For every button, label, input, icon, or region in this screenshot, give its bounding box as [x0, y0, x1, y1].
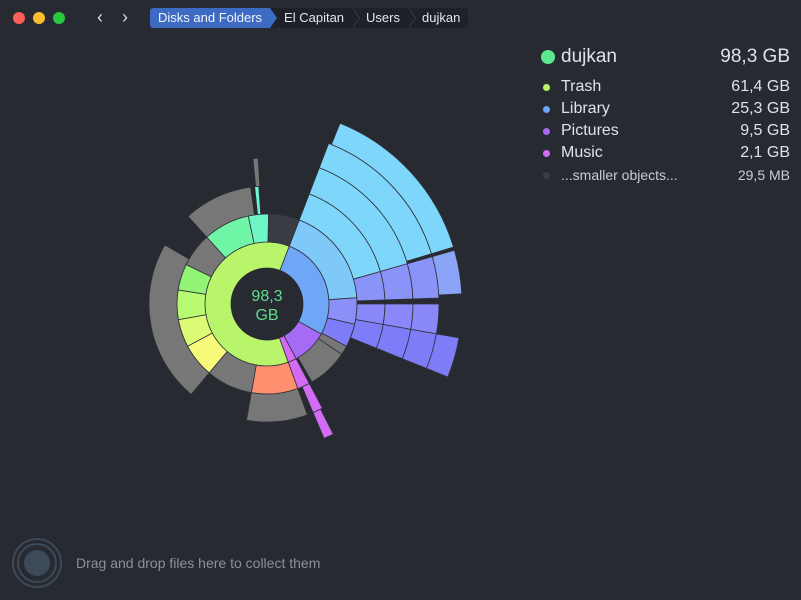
legend-item-size: 9,5 GB	[740, 122, 790, 139]
drop-target-icon[interactable]	[12, 538, 62, 588]
legend-dot	[543, 84, 550, 91]
legend-root-dot	[541, 50, 555, 64]
sunburst-segment[interactable]	[176, 289, 207, 321]
legend-item-name: Music	[561, 144, 603, 161]
legend-item-size: 25,3 GB	[731, 100, 790, 117]
legend-item-size: 61,4 GB	[731, 78, 790, 95]
legend-item[interactable]: ...smaller objects... 29,5 MB	[540, 164, 790, 186]
sunburst-segment[interactable]	[312, 408, 334, 439]
legend-item-name: Pictures	[561, 122, 619, 139]
sunburst-segment[interactable]	[410, 303, 440, 335]
legend-item-name: ...smaller objects...	[561, 167, 678, 183]
legend-root[interactable]: dujkan 98,3 GB	[540, 44, 790, 70]
legend-dot	[543, 128, 550, 135]
legend-dot	[543, 172, 550, 179]
legend-item[interactable]: Music 2,1 GB	[540, 142, 790, 164]
center-size-value: 98,3	[251, 288, 282, 305]
center-size-unit: GB	[255, 307, 278, 324]
legend-root-name: dujkan	[561, 46, 617, 67]
sunburst-segment[interactable]	[246, 388, 308, 423]
legend-root-size: 98,3 GB	[720, 46, 790, 67]
legend-item-name: Trash	[561, 78, 602, 95]
legend-item-name: Library	[561, 100, 610, 117]
legend-item[interactable]: Library 25,3 GB	[540, 98, 790, 120]
legend-item[interactable]: Trash 61,4 GB	[540, 76, 790, 98]
legend-item-size: 29,5 MB	[737, 167, 790, 183]
legend-panel: dujkan 98,3 GB Trash 61,4 GB Library 25,…	[540, 44, 790, 186]
sunburst-segment[interactable]	[254, 185, 262, 215]
legend-dot	[543, 106, 550, 113]
legend-item[interactable]: Pictures 9,5 GB	[540, 120, 790, 142]
legend-dot	[543, 150, 550, 157]
drop-zone-hint: Drag and drop files here to collect them	[76, 555, 321, 571]
sunburst-segment[interactable]	[252, 157, 261, 187]
legend-item-size: 2,1 GB	[740, 144, 790, 161]
